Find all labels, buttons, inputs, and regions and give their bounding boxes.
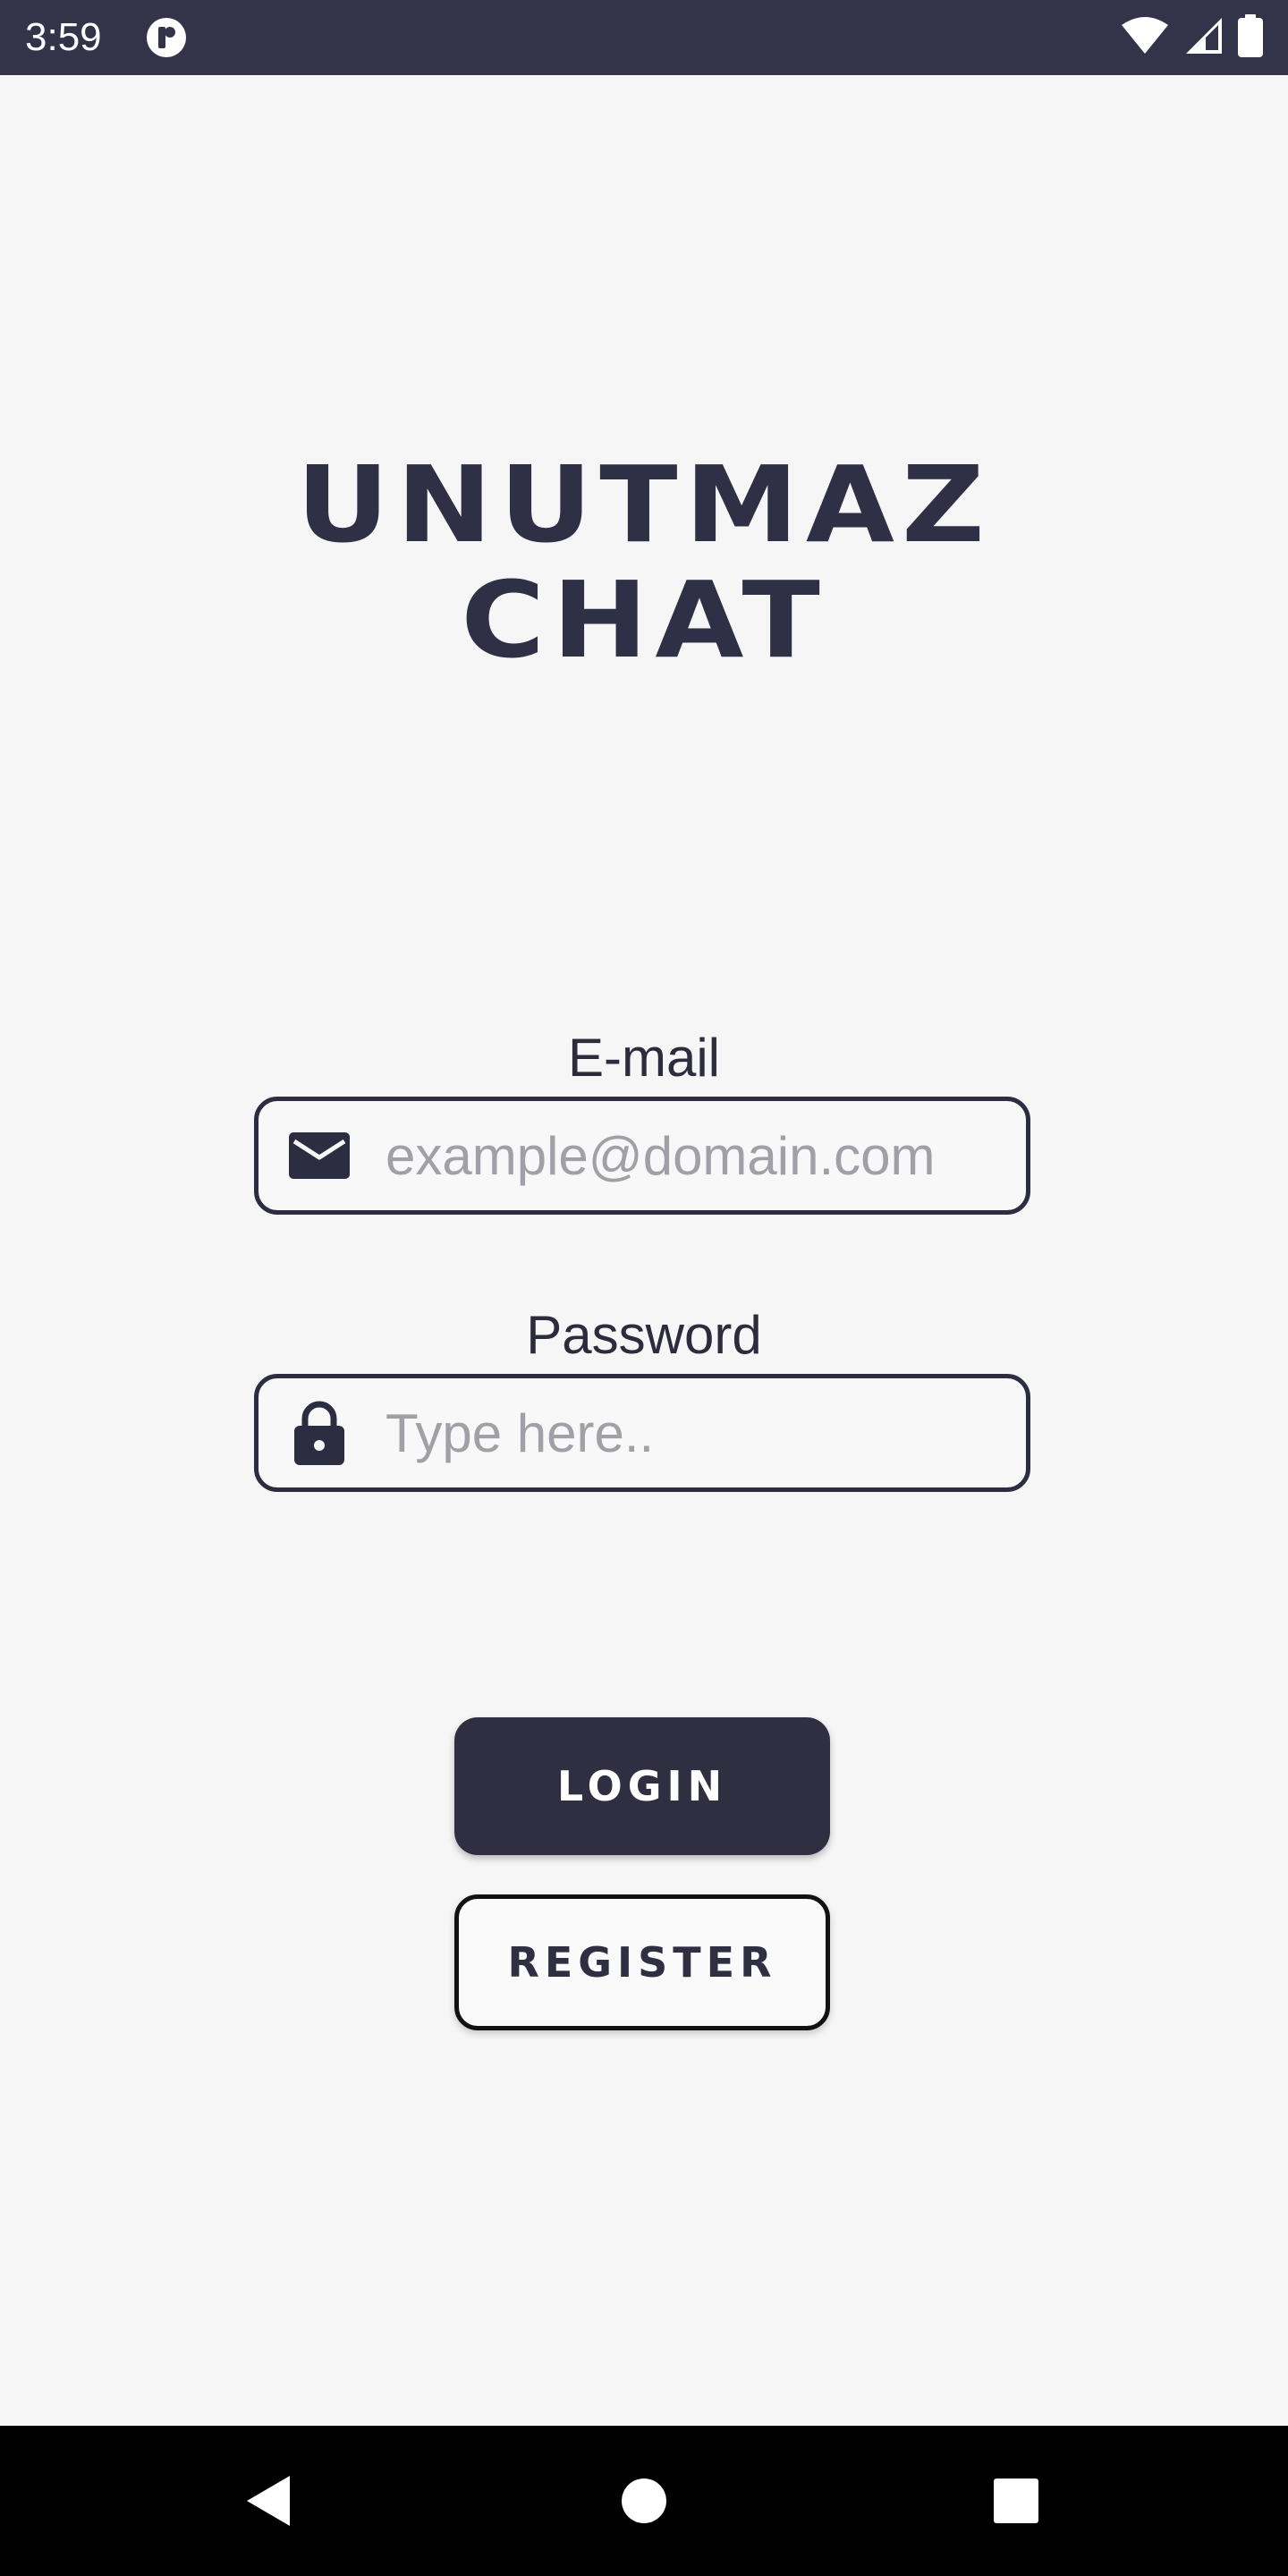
lock-icon <box>287 1401 352 1465</box>
cell-signal-icon <box>1184 16 1224 60</box>
status-icons <box>1120 13 1263 62</box>
password-label: Password <box>526 1305 762 1365</box>
status-bar: 3:59 <box>0 0 1288 75</box>
password-field[interactable] <box>254 1374 1030 1492</box>
battery-icon <box>1238 13 1263 62</box>
email-input[interactable] <box>386 1124 1012 1187</box>
recents-icon[interactable] <box>984 2469 1048 2533</box>
app-title-line2: CHAT <box>461 559 827 682</box>
home-icon[interactable] <box>612 2469 676 2533</box>
back-icon[interactable] <box>236 2469 301 2533</box>
app-title-line1: UNUTMAZ <box>296 444 992 567</box>
email-field[interactable] <box>254 1097 1030 1215</box>
app-title: UNUTMAZ CHAT <box>0 448 1288 679</box>
wifi-icon <box>1120 16 1170 60</box>
password-input[interactable] <box>386 1402 1012 1464</box>
status-time: 3:59 <box>25 15 102 59</box>
navigation-bar <box>0 2426 1288 2576</box>
register-button[interactable]: REGISTER <box>454 1894 830 2030</box>
app-notification-icon <box>143 16 190 59</box>
email-label: E-mail <box>567 1028 720 1088</box>
login-button[interactable]: LOGIN <box>454 1717 830 1855</box>
envelope-icon <box>287 1123 352 1188</box>
